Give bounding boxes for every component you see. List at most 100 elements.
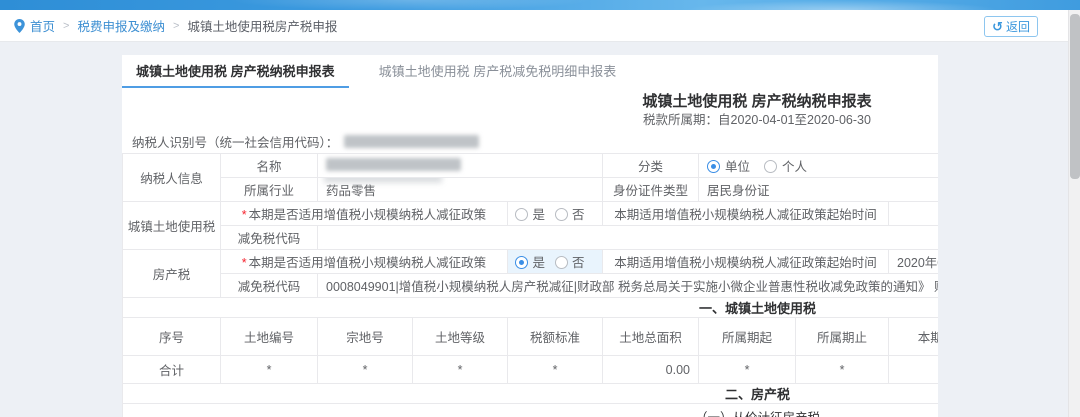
total-row: 合计 * * * * 0.00 * * xyxy=(123,356,939,384)
total-cell: * xyxy=(221,356,318,384)
col-header: 土地等级 xyxy=(413,318,508,356)
col-header: 所属期起 xyxy=(699,318,796,356)
form-title: 城镇土地使用税 房产税纳税申报表 xyxy=(122,94,938,110)
breadcrumb-current-page: 城镇土地使用税房产税申报 xyxy=(187,16,337,35)
id-type-value: 居民身份证 xyxy=(699,178,939,202)
radio-individual-label: 个人 xyxy=(782,160,807,174)
industry-value: 药品零售 xyxy=(326,184,376,198)
category-radio-group: 单位 个人 xyxy=(699,154,939,178)
property-table-title: 二、房产税 xyxy=(123,384,939,404)
property-code-value: 0008049901|增值税小规模纳税人房产税减征|财政部 税务总局关于实施小微… xyxy=(318,274,939,298)
land-code-label: 减免税代码 xyxy=(221,226,318,250)
table-row: 所属行业 药品零售 身份证件类型 居民身份证 xyxy=(123,178,939,202)
land-start-time-label: 本期适用增值税小规模纳税人减征政策起始时间 xyxy=(603,202,889,226)
property-policy-radio-group: 是否 xyxy=(508,250,603,274)
property-policy-question: *本期是否适用增值税小规模纳税人减征政策 xyxy=(221,250,508,274)
total-cell xyxy=(889,356,939,384)
land-tax-section-label: 城镇土地使用税 xyxy=(123,202,221,250)
question-text: 本期是否适用增值税小规模纳税人减征政策 xyxy=(249,208,487,222)
breadcrumb-separator: > xyxy=(173,20,179,32)
breadcrumb-tax-declaration[interactable]: 税费申报及缴纳 xyxy=(77,16,165,35)
taxpayer-id-row: 纳税人识别号（统一社会信用代码）： xyxy=(132,133,938,149)
table-row: 纳税人信息 名称 分类 单位个人 xyxy=(123,154,939,178)
table-row: 减免税代码 0008049901|增值税小规模纳税人房产税减征|财政部 税务总局… xyxy=(123,274,939,298)
land-table-title: 一、城镇土地使用税 xyxy=(123,298,939,318)
question-text: 本期是否适用增值税小规模纳税人减征政策 xyxy=(249,256,487,270)
table-row: 城镇土地使用税 *本期是否适用增值税小规模纳税人减征政策 是否 本期适用增值税小… xyxy=(123,202,939,226)
redacted-smudge xyxy=(324,178,442,184)
total-cell: * xyxy=(413,356,508,384)
tab-label: 城镇土地使用税 房产税纳税申报表 xyxy=(136,61,335,80)
industry-label: 所属行业 xyxy=(221,178,318,202)
required-asterisk: * xyxy=(242,208,247,222)
section-title-row: 一、城镇土地使用税 xyxy=(123,298,939,318)
radio-property-yes[interactable] xyxy=(515,256,528,269)
total-cell: * xyxy=(318,356,413,384)
tab-label: 城镇土地使用税 房产税减免税明细申报表 xyxy=(379,61,617,80)
total-cell: * xyxy=(508,356,603,384)
top-banner xyxy=(0,0,1080,10)
table-header-row: 序号 土地编号 宗地号 土地等级 税额标准 土地总面积 所属期起 所属期止 本期… xyxy=(123,318,939,356)
total-cell: * xyxy=(796,356,889,384)
land-start-time-value xyxy=(889,202,939,226)
radio-property-no-label: 否 xyxy=(572,256,585,270)
property-tax-section-label: 房产税 xyxy=(123,250,221,298)
table-row: 房产税 *本期是否适用增值税小规模纳税人减征政策 是否 本期适用增值税小规模纳税… xyxy=(123,250,939,274)
property-code-label: 减免税代码 xyxy=(221,274,318,298)
page-scrollbar[interactable] xyxy=(1068,10,1080,417)
col-header: 序号 xyxy=(123,318,221,356)
redacted-taxpayer-name xyxy=(326,158,461,171)
radio-land-yes-label: 是 xyxy=(532,208,545,222)
redacted-name-cell xyxy=(318,154,603,178)
redacted-taxpayer-id xyxy=(344,135,479,148)
tab-reduction-detail[interactable]: 城镇土地使用税 房产税减免税明细申报表 xyxy=(365,55,631,88)
back-button[interactable]: ↺ 返回 xyxy=(984,16,1038,37)
taxpayer-id-label: 纳税人识别号（统一社会信用代码）： xyxy=(132,132,338,151)
back-arrow-icon: ↺ xyxy=(992,20,1003,33)
col-header: 本期应 xyxy=(889,318,939,356)
col-header: 土地编号 xyxy=(221,318,318,356)
col-header: 宗地号 xyxy=(318,318,413,356)
tax-period: 税款所属期：自2020-04-01至2020-06-30 xyxy=(122,113,938,127)
land-policy-radio-group: 是否 xyxy=(508,202,603,226)
back-button-label: 返回 xyxy=(1006,18,1030,35)
radio-unit-label: 单位 xyxy=(725,160,750,174)
declaration-table: 纳税人信息 名称 分类 单位 个人 所属行业 药品零售 身份证件类型 居民身份证 xyxy=(122,153,938,417)
required-asterisk: * xyxy=(242,256,247,270)
radio-unit[interactable] xyxy=(707,160,720,173)
subsection-title-row: （一）从价计征房产税 xyxy=(123,404,939,417)
table-row: 减免税代码 xyxy=(123,226,939,250)
breadcrumb: 首页 > 税费申报及缴纳 > 城镇土地使用税房产税申报 ↺ 返回 xyxy=(0,10,1068,42)
main-card: 城镇土地使用税 房产税纳税申报表 城镇土地使用税 房产税减免税明细申报表 城镇土… xyxy=(122,55,938,417)
breadcrumb-home[interactable]: 首页 xyxy=(30,16,55,35)
name-label: 名称 xyxy=(221,154,318,178)
radio-land-yes[interactable] xyxy=(515,208,528,221)
property-start-time-label: 本期适用增值税小规模纳税人减征政策起始时间 xyxy=(603,250,889,274)
form-area: 城镇土地使用税 房产税纳税申报表 税款所属期：自2020-04-01至2020-… xyxy=(122,94,938,417)
radio-property-no[interactable] xyxy=(555,256,568,269)
taxpayer-info-section-label: 纳税人信息 xyxy=(123,154,221,202)
page: { "breadcrumb": { "pin_icon": "location-… xyxy=(0,0,1080,417)
radio-property-yes-label: 是 xyxy=(532,256,545,270)
total-label: 合计 xyxy=(123,356,221,384)
radio-land-no-label: 否 xyxy=(572,208,585,222)
radio-individual[interactable] xyxy=(764,160,777,173)
id-type-label: 身份证件类型 xyxy=(603,178,699,202)
col-header: 土地总面积 xyxy=(603,318,699,356)
total-cell: * xyxy=(699,356,796,384)
breadcrumb-separator: > xyxy=(63,20,69,32)
tab-bar: 城镇土地使用税 房产税纳税申报表 城镇土地使用税 房产税减免税明细申报表 xyxy=(122,55,938,88)
industry-value-cell: 药品零售 xyxy=(318,178,603,202)
location-pin-icon xyxy=(14,19,25,33)
total-area-value: 0.00 xyxy=(603,356,699,384)
property-table-subsection: （一）从价计征房产税 xyxy=(123,404,939,417)
land-code-value xyxy=(318,226,939,250)
tab-main-declaration[interactable]: 城镇土地使用税 房产税纳税申报表 xyxy=(122,55,349,88)
radio-land-no[interactable] xyxy=(555,208,568,221)
category-label: 分类 xyxy=(603,154,699,178)
section-title-row: 二、房产税 xyxy=(123,384,939,404)
scrollbar-thumb[interactable] xyxy=(1070,14,1080,179)
property-start-time-value: 2020年04 xyxy=(889,250,939,274)
land-policy-question: *本期是否适用增值税小规模纳税人减征政策 xyxy=(221,202,508,226)
col-header: 税额标准 xyxy=(508,318,603,356)
